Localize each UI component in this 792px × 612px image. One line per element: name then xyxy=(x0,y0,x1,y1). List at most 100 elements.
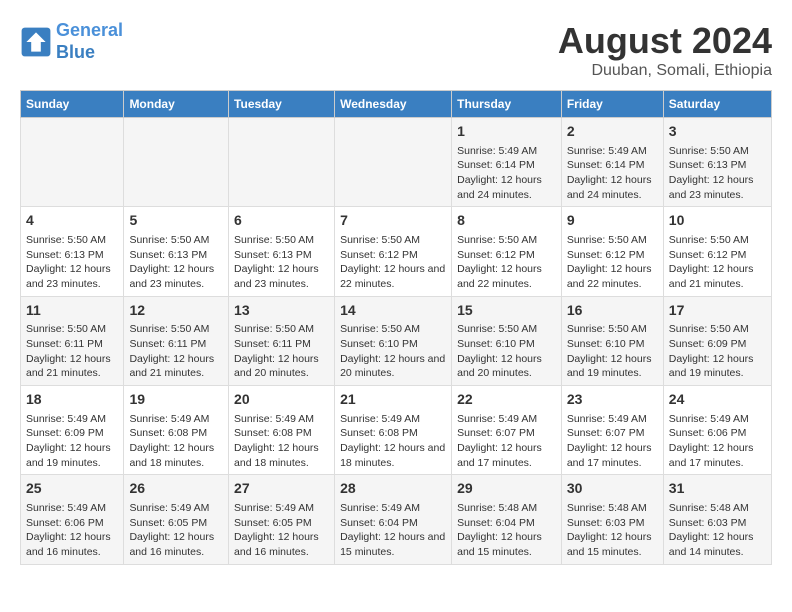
day-cell: 31Sunrise: 5:48 AM Sunset: 6:03 PM Dayli… xyxy=(663,475,771,564)
day-info: Sunrise: 5:50 AM Sunset: 6:12 PM Dayligh… xyxy=(567,233,658,292)
day-info: Sunrise: 5:50 AM Sunset: 6:12 PM Dayligh… xyxy=(669,233,766,292)
day-info: Sunrise: 5:50 AM Sunset: 6:11 PM Dayligh… xyxy=(129,322,223,381)
logo-line1: General xyxy=(56,20,123,40)
day-number: 28 xyxy=(340,479,446,499)
day-number: 18 xyxy=(26,390,118,410)
logo-icon xyxy=(20,26,52,58)
day-number: 31 xyxy=(669,479,766,499)
day-info: Sunrise: 5:50 AM Sunset: 6:11 PM Dayligh… xyxy=(234,322,329,381)
day-info: Sunrise: 5:49 AM Sunset: 6:06 PM Dayligh… xyxy=(669,412,766,471)
day-info: Sunrise: 5:49 AM Sunset: 6:07 PM Dayligh… xyxy=(567,412,658,471)
day-number: 26 xyxy=(129,479,223,499)
day-info: Sunrise: 5:50 AM Sunset: 6:13 PM Dayligh… xyxy=(234,233,329,292)
day-cell: 4Sunrise: 5:50 AM Sunset: 6:13 PM Daylig… xyxy=(21,207,124,296)
day-cell xyxy=(124,118,229,207)
day-number: 24 xyxy=(669,390,766,410)
day-cell: 7Sunrise: 5:50 AM Sunset: 6:12 PM Daylig… xyxy=(335,207,452,296)
day-number: 2 xyxy=(567,122,658,142)
day-number: 27 xyxy=(234,479,329,499)
day-cell: 27Sunrise: 5:49 AM Sunset: 6:05 PM Dayli… xyxy=(229,475,335,564)
day-info: Sunrise: 5:50 AM Sunset: 6:10 PM Dayligh… xyxy=(567,322,658,381)
day-cell: 1Sunrise: 5:49 AM Sunset: 6:14 PM Daylig… xyxy=(452,118,562,207)
day-cell: 12Sunrise: 5:50 AM Sunset: 6:11 PM Dayli… xyxy=(124,296,229,385)
col-header-thursday: Thursday xyxy=(452,91,562,118)
day-number: 12 xyxy=(129,301,223,321)
day-cell: 24Sunrise: 5:49 AM Sunset: 6:06 PM Dayli… xyxy=(663,386,771,475)
day-number: 19 xyxy=(129,390,223,410)
day-info: Sunrise: 5:50 AM Sunset: 6:10 PM Dayligh… xyxy=(457,322,556,381)
day-cell: 29Sunrise: 5:48 AM Sunset: 6:04 PM Dayli… xyxy=(452,475,562,564)
day-number: 9 xyxy=(567,211,658,231)
day-info: Sunrise: 5:50 AM Sunset: 6:13 PM Dayligh… xyxy=(669,144,766,203)
day-cell: 10Sunrise: 5:50 AM Sunset: 6:12 PM Dayli… xyxy=(663,207,771,296)
page-header: General Blue August 2024 Duuban, Somali,… xyxy=(20,20,772,80)
col-header-monday: Monday xyxy=(124,91,229,118)
day-cell: 20Sunrise: 5:49 AM Sunset: 6:08 PM Dayli… xyxy=(229,386,335,475)
day-cell: 23Sunrise: 5:49 AM Sunset: 6:07 PM Dayli… xyxy=(561,386,663,475)
day-number: 5 xyxy=(129,211,223,231)
day-cell: 15Sunrise: 5:50 AM Sunset: 6:10 PM Dayli… xyxy=(452,296,562,385)
day-cell: 30Sunrise: 5:48 AM Sunset: 6:03 PM Dayli… xyxy=(561,475,663,564)
day-info: Sunrise: 5:49 AM Sunset: 6:08 PM Dayligh… xyxy=(234,412,329,471)
day-info: Sunrise: 5:49 AM Sunset: 6:08 PM Dayligh… xyxy=(129,412,223,471)
week-row-1: 1Sunrise: 5:49 AM Sunset: 6:14 PM Daylig… xyxy=(21,118,772,207)
title-block: August 2024 Duuban, Somali, Ethiopia xyxy=(558,20,772,80)
logo: General Blue xyxy=(20,20,123,63)
day-info: Sunrise: 5:49 AM Sunset: 6:06 PM Dayligh… xyxy=(26,501,118,560)
day-number: 14 xyxy=(340,301,446,321)
day-info: Sunrise: 5:50 AM Sunset: 6:13 PM Dayligh… xyxy=(129,233,223,292)
day-cell: 22Sunrise: 5:49 AM Sunset: 6:07 PM Dayli… xyxy=(452,386,562,475)
day-number: 29 xyxy=(457,479,556,499)
col-header-tuesday: Tuesday xyxy=(229,91,335,118)
day-info: Sunrise: 5:50 AM Sunset: 6:12 PM Dayligh… xyxy=(340,233,446,292)
day-number: 16 xyxy=(567,301,658,321)
day-cell: 3Sunrise: 5:50 AM Sunset: 6:13 PM Daylig… xyxy=(663,118,771,207)
day-number: 8 xyxy=(457,211,556,231)
day-info: Sunrise: 5:50 AM Sunset: 6:13 PM Dayligh… xyxy=(26,233,118,292)
day-cell: 9Sunrise: 5:50 AM Sunset: 6:12 PM Daylig… xyxy=(561,207,663,296)
main-title: August 2024 xyxy=(558,20,772,62)
day-info: Sunrise: 5:49 AM Sunset: 6:14 PM Dayligh… xyxy=(457,144,556,203)
day-cell: 26Sunrise: 5:49 AM Sunset: 6:05 PM Dayli… xyxy=(124,475,229,564)
day-info: Sunrise: 5:50 AM Sunset: 6:11 PM Dayligh… xyxy=(26,322,118,381)
week-row-4: 18Sunrise: 5:49 AM Sunset: 6:09 PM Dayli… xyxy=(21,386,772,475)
day-cell: 2Sunrise: 5:49 AM Sunset: 6:14 PM Daylig… xyxy=(561,118,663,207)
day-number: 10 xyxy=(669,211,766,231)
day-cell: 8Sunrise: 5:50 AM Sunset: 6:12 PM Daylig… xyxy=(452,207,562,296)
day-info: Sunrise: 5:49 AM Sunset: 6:07 PM Dayligh… xyxy=(457,412,556,471)
day-cell: 19Sunrise: 5:49 AM Sunset: 6:08 PM Dayli… xyxy=(124,386,229,475)
day-cell: 14Sunrise: 5:50 AM Sunset: 6:10 PM Dayli… xyxy=(335,296,452,385)
day-number: 11 xyxy=(26,301,118,321)
col-header-saturday: Saturday xyxy=(663,91,771,118)
day-info: Sunrise: 5:50 AM Sunset: 6:10 PM Dayligh… xyxy=(340,322,446,381)
day-cell: 16Sunrise: 5:50 AM Sunset: 6:10 PM Dayli… xyxy=(561,296,663,385)
day-number: 4 xyxy=(26,211,118,231)
day-cell: 18Sunrise: 5:49 AM Sunset: 6:09 PM Dayli… xyxy=(21,386,124,475)
day-number: 15 xyxy=(457,301,556,321)
logo-text: General Blue xyxy=(56,20,123,63)
day-cell: 28Sunrise: 5:49 AM Sunset: 6:04 PM Dayli… xyxy=(335,475,452,564)
day-number: 22 xyxy=(457,390,556,410)
day-info: Sunrise: 5:49 AM Sunset: 6:09 PM Dayligh… xyxy=(26,412,118,471)
day-cell: 5Sunrise: 5:50 AM Sunset: 6:13 PM Daylig… xyxy=(124,207,229,296)
day-number: 30 xyxy=(567,479,658,499)
day-cell: 25Sunrise: 5:49 AM Sunset: 6:06 PM Dayli… xyxy=(21,475,124,564)
day-number: 23 xyxy=(567,390,658,410)
day-info: Sunrise: 5:48 AM Sunset: 6:03 PM Dayligh… xyxy=(567,501,658,560)
day-number: 20 xyxy=(234,390,329,410)
week-row-5: 25Sunrise: 5:49 AM Sunset: 6:06 PM Dayli… xyxy=(21,475,772,564)
day-cell: 6Sunrise: 5:50 AM Sunset: 6:13 PM Daylig… xyxy=(229,207,335,296)
logo-line2: Blue xyxy=(56,42,95,62)
day-cell: 13Sunrise: 5:50 AM Sunset: 6:11 PM Dayli… xyxy=(229,296,335,385)
day-number: 21 xyxy=(340,390,446,410)
day-info: Sunrise: 5:49 AM Sunset: 6:05 PM Dayligh… xyxy=(234,501,329,560)
header-row: SundayMondayTuesdayWednesdayThursdayFrid… xyxy=(21,91,772,118)
day-cell xyxy=(229,118,335,207)
day-info: Sunrise: 5:49 AM Sunset: 6:14 PM Dayligh… xyxy=(567,144,658,203)
week-row-2: 4Sunrise: 5:50 AM Sunset: 6:13 PM Daylig… xyxy=(21,207,772,296)
day-cell: 11Sunrise: 5:50 AM Sunset: 6:11 PM Dayli… xyxy=(21,296,124,385)
col-header-sunday: Sunday xyxy=(21,91,124,118)
day-number: 3 xyxy=(669,122,766,142)
col-header-friday: Friday xyxy=(561,91,663,118)
week-row-3: 11Sunrise: 5:50 AM Sunset: 6:11 PM Dayli… xyxy=(21,296,772,385)
